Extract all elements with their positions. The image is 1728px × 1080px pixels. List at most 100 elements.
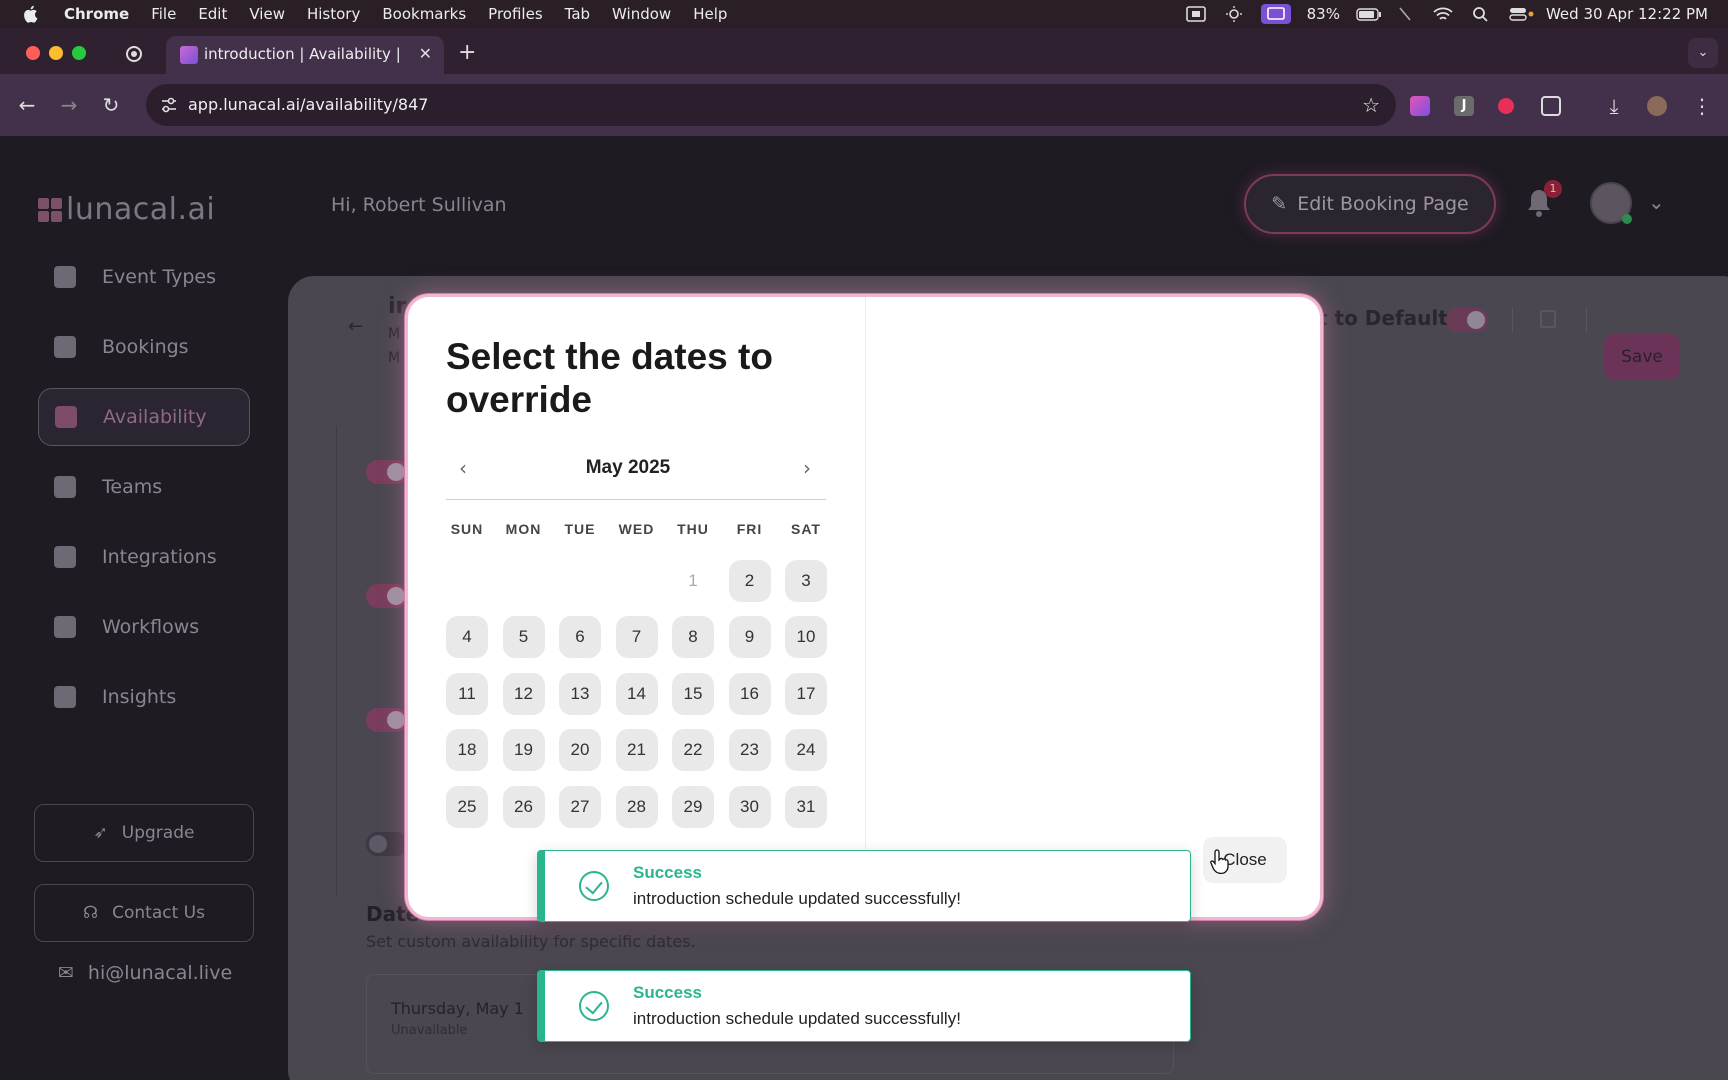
calendar-day[interactable]: 23 (728, 729, 771, 771)
calendar-day[interactable]: 13 (559, 672, 601, 715)
menu-file[interactable]: File (151, 5, 176, 23)
spotlight-search-icon[interactable] (1470, 6, 1492, 22)
calendar-day[interactable]: 14 (615, 672, 658, 715)
calendar-day[interactable]: 3 (785, 559, 827, 602)
calendar-day[interactable]: 20 (559, 729, 601, 771)
calendar-day[interactable]: 5 (502, 616, 545, 658)
calendar-day[interactable]: 28 (615, 785, 658, 828)
browser-tab-active[interactable]: introduction | Availability | Lun ✕ (166, 36, 444, 74)
wifi-icon[interactable] (1432, 6, 1454, 22)
account-chevron-down-icon[interactable]: ⌄ (1648, 190, 1665, 214)
tab-search-icon[interactable] (126, 46, 142, 62)
day-toggle[interactable] (366, 584, 408, 608)
calendar-day[interactable]: 22 (672, 729, 714, 771)
extension-record-icon[interactable] (1498, 98, 1514, 114)
menu-tab[interactable]: Tab (565, 5, 590, 23)
reload-icon[interactable]: ↻ (98, 92, 124, 118)
apple-icon[interactable] (22, 4, 40, 24)
calendar-day[interactable]: 25 (446, 785, 488, 828)
sidebar-item-event-types[interactable]: Event Types (38, 248, 250, 306)
forward-arrow-icon[interactable]: → (56, 92, 82, 118)
browser-menu-icon[interactable]: ⋮ (1692, 96, 1712, 116)
extension-j-icon[interactable]: J (1454, 96, 1474, 116)
calendar-day[interactable]: 31 (785, 785, 827, 828)
calendar-day[interactable]: 2 (728, 559, 771, 602)
calendar-day[interactable]: 26 (502, 785, 545, 828)
window-maximize-button[interactable] (72, 46, 86, 60)
new-tab-button[interactable]: + (458, 40, 476, 65)
trash-icon[interactable] (1540, 310, 1556, 328)
calendar-day[interactable]: 12 (502, 672, 545, 715)
next-month-chevron-icon[interactable]: › (794, 455, 820, 481)
menu-help[interactable]: Help (693, 5, 727, 23)
calendar-day[interactable]: 17 (785, 672, 827, 715)
profile-avatar-icon[interactable] (1647, 96, 1667, 116)
no-wifi-slash-icon[interactable] (1394, 6, 1416, 22)
sidebar-item-teams[interactable]: Teams (38, 458, 250, 516)
menu-window[interactable]: Window (612, 5, 671, 23)
calendar-day[interactable]: 21 (615, 729, 658, 771)
window-minimize-button[interactable] (49, 46, 63, 60)
success-toast[interactable]: Success introduction schedule updated su… (537, 850, 1191, 922)
menubar-clock[interactable]: Wed 30 Apr 12:22 PM (1546, 5, 1708, 23)
sidebar-item-workflows[interactable]: Workflows (38, 598, 250, 656)
calendar-day[interactable]: 7 (615, 616, 658, 658)
control-center-icon[interactable] (1508, 6, 1534, 22)
address-url[interactable]: app.lunacal.ai/availability/847 (188, 95, 428, 114)
screen-mirroring-icon[interactable] (1260, 4, 1291, 24)
previous-month-chevron-icon[interactable]: ‹ (450, 455, 476, 481)
upgrade-button[interactable]: ➶ Upgrade (34, 804, 254, 862)
extension-profile-icon[interactable] (1410, 96, 1430, 116)
calendar-day[interactable]: 30 (728, 785, 771, 828)
menu-bookmarks[interactable]: Bookmarks (382, 5, 466, 23)
support-email-link[interactable]: ✉ hi@lunacal.live (58, 962, 232, 984)
set-to-default-toggle[interactable] (1446, 308, 1488, 332)
calendar-day[interactable]: 11 (446, 672, 488, 715)
window-close-button[interactable] (26, 46, 40, 60)
screen-record-icon[interactable] (1185, 6, 1207, 22)
contact-us-button[interactable]: ☊ Contact Us (34, 884, 254, 942)
sidebar-item-availability[interactable]: Availability (38, 388, 250, 446)
lunacal-logo[interactable]: lunacal.ai (38, 192, 215, 227)
bookmark-star-icon[interactable]: ☆ (1362, 93, 1380, 117)
battery-icon[interactable] (1356, 6, 1381, 22)
menu-profiles[interactable]: Profiles (488, 5, 542, 23)
address-bar[interactable]: app.lunacal.ai/availability/847 ☆ (146, 84, 1396, 126)
browser-toolbar: ← → ↻ app.lunacal.ai/availability/847 ☆ … (0, 74, 1728, 136)
calendar-week-row: 11 12 13 14 15 16 17 (446, 672, 831, 715)
downloads-icon[interactable]: ⤓ (1604, 96, 1624, 116)
tab-close-icon[interactable]: ✕ (419, 44, 432, 63)
calendar-day[interactable]: 27 (559, 785, 601, 828)
online-status-dot (1622, 214, 1632, 224)
brightness-icon[interactable] (1223, 6, 1245, 22)
edit-booking-page-button[interactable]: ✎ Edit Booking Page (1244, 174, 1496, 234)
calendar-day[interactable]: 15 (672, 672, 714, 715)
tab-list-chevron-icon[interactable]: ⌄ (1688, 38, 1718, 68)
calendar-day[interactable]: 10 (785, 616, 827, 658)
save-button[interactable]: Save (1604, 334, 1680, 380)
calendar-day[interactable]: 4 (446, 616, 488, 658)
back-arrow-icon[interactable]: ← (14, 92, 40, 118)
calendar-day[interactable]: 19 (502, 729, 545, 771)
sidebar-item-integrations[interactable]: Integrations (38, 528, 250, 586)
calendar-day[interactable]: 29 (672, 785, 714, 828)
calendar-day[interactable]: 9 (728, 616, 771, 658)
calendar-day[interactable]: 8 (672, 616, 714, 658)
calendar-day[interactable]: 16 (728, 672, 771, 715)
success-toast[interactable]: Success introduction schedule updated su… (537, 970, 1191, 1042)
sidebar-item-insights[interactable]: Insights (38, 668, 250, 726)
back-arrow-icon[interactable]: ← (348, 316, 363, 337)
day-toggle[interactable] (366, 708, 408, 732)
calendar-day[interactable]: 18 (446, 729, 488, 771)
calendar-day[interactable]: 24 (785, 729, 827, 771)
extensions-puzzle-icon[interactable] (1541, 96, 1561, 116)
calendar-day[interactable]: 6 (559, 616, 601, 658)
sidebar-item-bookings[interactable]: Bookings (38, 318, 250, 376)
menu-history[interactable]: History (307, 5, 360, 23)
site-settings-icon[interactable] (160, 96, 178, 114)
menu-app-name[interactable]: Chrome (64, 5, 129, 23)
menu-view[interactable]: View (249, 5, 285, 23)
day-toggle[interactable] (366, 460, 408, 484)
menu-edit[interactable]: Edit (198, 5, 227, 23)
day-toggle[interactable] (366, 832, 408, 856)
